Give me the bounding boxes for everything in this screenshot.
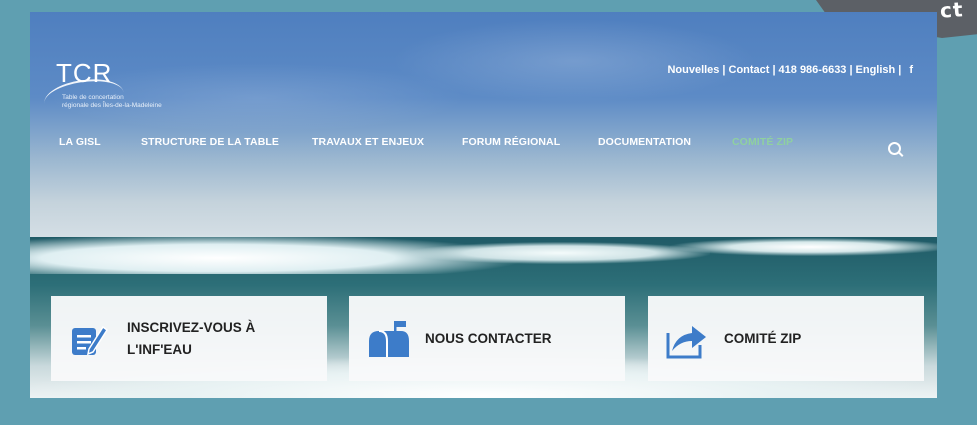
nav-item-travaux[interactable]: TRAVAUX ET ENJEUX (312, 136, 424, 148)
separator: | (898, 64, 902, 76)
nav-item-la-gisl[interactable]: LA GISL (59, 136, 101, 148)
contact-card[interactable]: NOUS CONTACTER (349, 296, 625, 381)
hero-sky (30, 12, 937, 257)
news-link[interactable]: Nouvelles (667, 64, 719, 76)
separator: | (772, 64, 776, 76)
search-icon[interactable] (888, 142, 901, 155)
phone-link[interactable]: 418 986-6633 (779, 64, 847, 76)
site-logo[interactable]: TCR Table de concertation régionale des … (41, 58, 194, 122)
logo-wordmark: TCR (56, 58, 113, 88)
nav-item-comite-zip[interactable]: COMITÉ ZIP (732, 136, 793, 148)
corner-text: ct (938, 0, 964, 23)
wave (410, 242, 710, 264)
nav-item-documentation[interactable]: DOCUMENTATION (598, 136, 691, 148)
english-link[interactable]: English (856, 64, 896, 76)
main-nav: LA GISL STRUCTURE DE LA TABLE TRAVAUX ET… (30, 136, 937, 162)
contact-card-label: NOUS CONTACTER (425, 330, 552, 346)
edit-form-icon (69, 319, 109, 359)
wave (670, 238, 937, 256)
share-arrow-icon (666, 319, 706, 359)
signup-card-label: INSCRIVEZ-VOUS À L'INF'EAU (127, 319, 256, 357)
zip-committee-card[interactable]: COMITÉ ZIP (648, 296, 924, 381)
contact-link[interactable]: Contact (729, 64, 770, 76)
facebook-icon[interactable]: f (909, 64, 913, 76)
nav-item-structure[interactable]: STRUCTURE DE LA TABLE (141, 136, 279, 148)
separator: | (722, 64, 726, 76)
zip-committee-card-label: COMITÉ ZIP (724, 330, 802, 346)
separator: | (849, 64, 853, 76)
logo-tagline: Table de concertation régionale des Îles… (62, 94, 162, 109)
signup-card[interactable]: INSCRIVEZ-VOUS À L'INF'EAU (51, 296, 327, 381)
top-links: Nouvelles | Contact | 418 986-6633 | English | f (667, 64, 913, 76)
site-hero: TCR Table de concertation régionale des … (30, 12, 937, 398)
nav-item-forum[interactable]: FORUM RÉGIONAL (462, 136, 560, 148)
mailbox-icon (367, 319, 409, 359)
